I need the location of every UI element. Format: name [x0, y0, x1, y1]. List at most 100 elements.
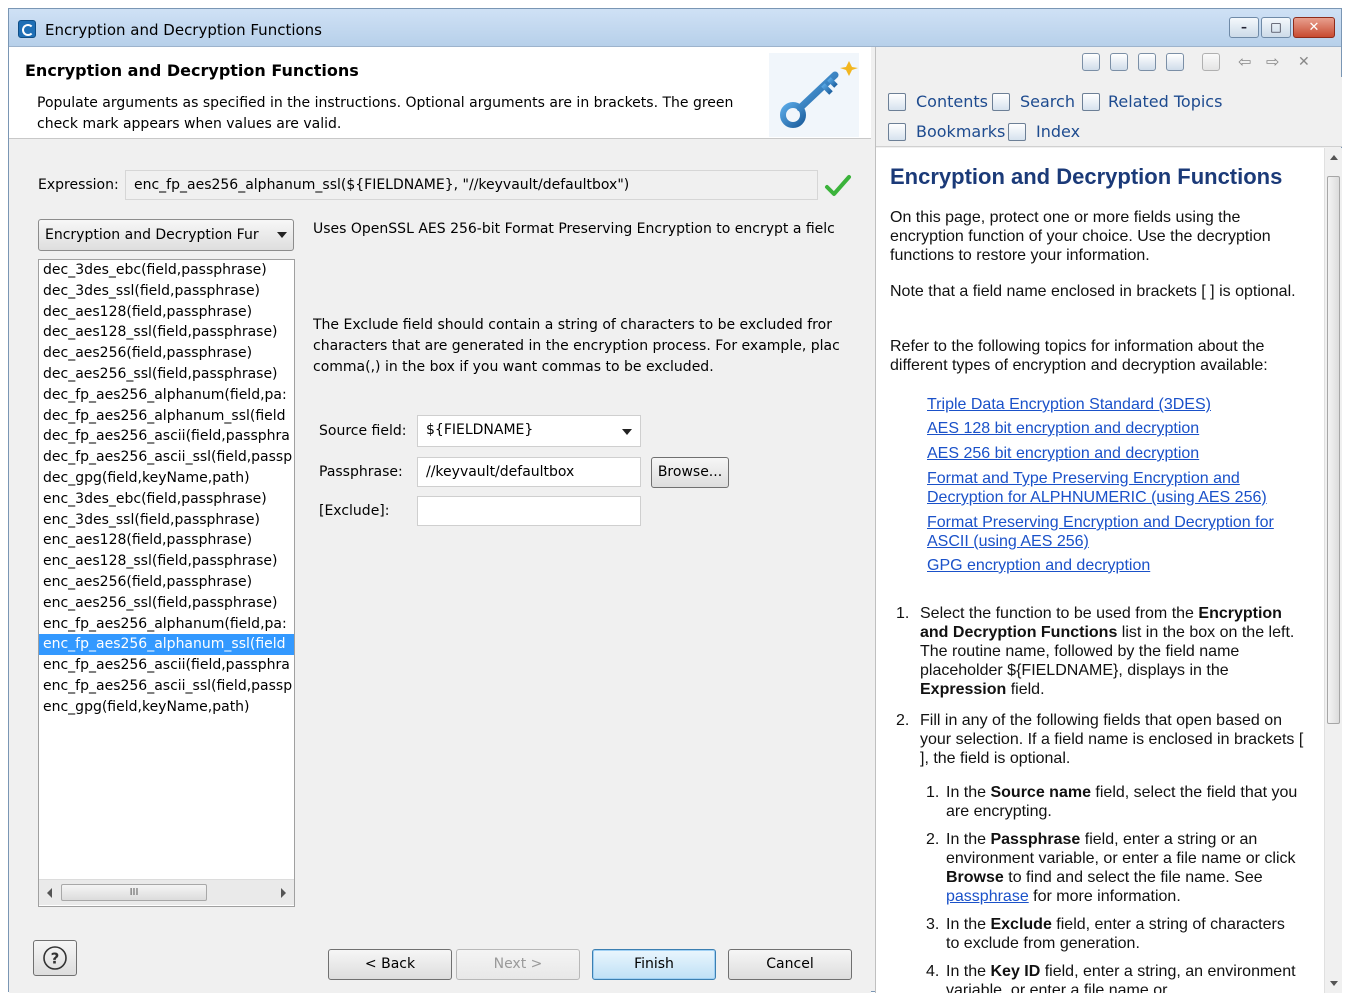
help-pane: ⇦ ⇨ ✕ Contents Search Related Topics Boo…: [875, 47, 1342, 993]
function-list-item[interactable]: dec_gpg(field,keyName,path): [39, 468, 294, 489]
function-category-select[interactable]: Encryption and Decryption Fur: [38, 219, 294, 251]
help-paragraph: Refer to the following topics for inform…: [890, 338, 1268, 374]
help-substep-3: In the Exclude field, enter a string of …: [946, 916, 1285, 952]
minimize-button[interactable]: –: [1229, 17, 1259, 38]
help-substep-4: In the Key ID field, enter a string, an …: [946, 963, 1296, 993]
search-icon: [992, 93, 1010, 111]
close-button[interactable]: ✕: [1293, 17, 1335, 38]
wizard-header: Encryption and Decryption Functions Popu…: [9, 47, 871, 139]
show-in-contents-icon[interactable]: [1082, 53, 1100, 71]
close-help-icon[interactable]: ✕: [1298, 54, 1310, 70]
scroll-up-icon[interactable]: [1330, 155, 1338, 160]
function-list-hscrollbar[interactable]: III: [39, 879, 294, 905]
source-field-select[interactable]: ${FIELDNAME}: [417, 415, 641, 447]
contents-link[interactable]: Contents: [916, 92, 988, 111]
function-list-item[interactable]: enc_aes128_ssl(field,passphrase): [39, 551, 294, 572]
print-icon[interactable]: [1138, 53, 1156, 71]
help-substep-2: In the Passphrase field, enter a string …: [946, 831, 1296, 905]
related-topics-link[interactable]: Related Topics: [1108, 92, 1222, 111]
function-list-item[interactable]: dec_fp_aes256_alphanum(field,pa:: [39, 385, 294, 406]
expression-field[interactable]: enc_fp_aes256_alphanum_ssl(${FIELDNAME},…: [125, 170, 818, 200]
browse-button[interactable]: Browse...: [651, 457, 729, 488]
next-button[interactable]: Next >: [456, 949, 580, 980]
window-title: Encryption and Decryption Functions: [45, 21, 322, 39]
bookmarks-icon: [888, 123, 906, 141]
help-step-2: Fill in any of the following fields that…: [920, 712, 1304, 767]
help-title: Encryption and Decryption Functions: [890, 164, 1283, 189]
function-list-item[interactable]: enc_aes128(field,passphrase): [39, 530, 294, 551]
scroll-down-icon[interactable]: [1330, 981, 1338, 986]
help-vscrollbar[interactable]: [1324, 148, 1342, 993]
scroll-thumb[interactable]: III: [61, 884, 207, 901]
help-step-1: Select the function to be used from the …: [920, 605, 1295, 698]
help-button[interactable]: ?: [33, 940, 77, 976]
function-list-item[interactable]: dec_aes256(field,passphrase): [39, 343, 294, 364]
title-bar[interactable]: Encryption and Decryption Functions – □ …: [9, 9, 1341, 47]
scroll-right-icon[interactable]: [281, 888, 286, 898]
substep-number: 4.: [926, 963, 940, 980]
sync-toc-icon[interactable]: [1166, 53, 1184, 71]
help-paragraph: Note that a field name enclosed in brack…: [890, 283, 1296, 300]
function-list-item[interactable]: enc_fp_aes256_ascii(field,passphra: [39, 655, 294, 676]
function-list-item[interactable]: enc_fp_aes256_alphanum_ssl(field: [39, 634, 294, 656]
help-link-aes128[interactable]: AES 128 bit encryption and decryption: [927, 419, 1307, 438]
function-list-item[interactable]: dec_3des_ssl(field,passphrase): [39, 281, 294, 302]
function-list-item[interactable]: dec_fp_aes256_alphanum_ssl(field: [39, 406, 294, 427]
highlight-icon[interactable]: [1202, 53, 1220, 71]
minimize-icon: –: [1241, 20, 1247, 34]
source-field-label: Source field:: [319, 423, 407, 439]
wizard-description: Populate arguments as specified in the i…: [37, 95, 734, 132]
finish-button[interactable]: Finish: [592, 949, 716, 980]
passphrase-link[interactable]: passphrase: [946, 888, 1029, 905]
function-list-item[interactable]: dec_aes256_ssl(field,passphrase): [39, 364, 294, 385]
bookmark-add-icon[interactable]: [1110, 53, 1128, 71]
passphrase-label: Passphrase:: [319, 464, 403, 480]
function-description: Uses OpenSSL AES 256-bit Format Preservi…: [313, 221, 835, 237]
bookmarks-link[interactable]: Bookmarks: [916, 122, 1005, 141]
function-list-item[interactable]: dec_fp_aes256_ascii_ssl(field,passp: [39, 447, 294, 468]
function-list-item[interactable]: enc_gpg(field,keyName,path): [39, 697, 294, 718]
app-icon: [18, 20, 36, 38]
scroll-left-icon[interactable]: [47, 888, 52, 898]
chevron-down-icon: [622, 429, 632, 435]
function-list-item[interactable]: enc_aes256(field,passphrase): [39, 572, 294, 593]
wizard-title: Encryption and Decryption Functions: [25, 61, 359, 80]
substep-number: 2.: [926, 831, 940, 848]
scroll-thumb[interactable]: [1327, 176, 1340, 724]
help-paragraph: On this page, protect one or more fields…: [890, 209, 1271, 264]
function-list-item[interactable]: dec_aes128(field,passphrase): [39, 302, 294, 323]
help-link-fpe-ascii[interactable]: Format Preserving Encryption and Decrypt…: [927, 513, 1307, 551]
cancel-button[interactable]: Cancel: [728, 949, 852, 980]
help-content: Encryption and Decryption Functions On t…: [876, 148, 1324, 993]
function-list-item[interactable]: enc_aes256_ssl(field,passphrase): [39, 593, 294, 614]
index-link[interactable]: Index: [1036, 122, 1080, 141]
related-topics-icon: [1082, 93, 1100, 111]
help-substep-1: In the Source name field, select the fie…: [946, 784, 1298, 820]
help-link-3des[interactable]: Triple Data Encryption Standard (3DES): [927, 395, 1307, 414]
function-list-item[interactable]: enc_3des_ssl(field,passphrase): [39, 510, 294, 531]
help-toolbar: ⇦ ⇨ ✕: [876, 47, 1342, 77]
help-link-aes256[interactable]: AES 256 bit encryption and decryption: [927, 444, 1307, 463]
function-list[interactable]: dec_3des_ebc(field,passphrase) dec_3des_s…: [38, 259, 295, 907]
passphrase-input[interactable]: [417, 457, 641, 487]
window-controls: – □ ✕: [1229, 17, 1335, 38]
help-navigation: Contents Search Related Topics Bookmarks…: [876, 77, 1342, 147]
function-list-item[interactable]: enc_3des_ebc(field,passphrase): [39, 489, 294, 510]
contents-icon: [888, 93, 906, 111]
key-icon: [769, 53, 859, 137]
search-link[interactable]: Search: [1020, 92, 1075, 111]
chevron-down-icon: [277, 232, 287, 238]
function-list-item[interactable]: enc_fp_aes256_ascii_ssl(field,passp: [39, 676, 294, 697]
function-list-item[interactable]: enc_fp_aes256_alphanum(field,pa:: [39, 614, 294, 635]
back-button[interactable]: < Back: [328, 949, 452, 980]
expression-label: Expression:: [38, 177, 119, 193]
function-list-item[interactable]: dec_aes128_ssl(field,passphrase): [39, 322, 294, 343]
forward-arrow-icon[interactable]: ⇨: [1266, 52, 1279, 71]
maximize-button[interactable]: □: [1261, 17, 1291, 38]
function-list-item[interactable]: dec_fp_aes256_ascii(field,passphra: [39, 426, 294, 447]
exclude-input[interactable]: [417, 496, 641, 526]
help-link-gpg[interactable]: GPG encryption and decryption: [927, 556, 1307, 575]
function-list-item[interactable]: dec_3des_ebc(field,passphrase): [39, 260, 294, 281]
help-link-fpe-alphanumeric[interactable]: Format and Type Preserving Encryption an…: [927, 469, 1307, 507]
back-arrow-icon[interactable]: ⇦: [1238, 52, 1251, 71]
